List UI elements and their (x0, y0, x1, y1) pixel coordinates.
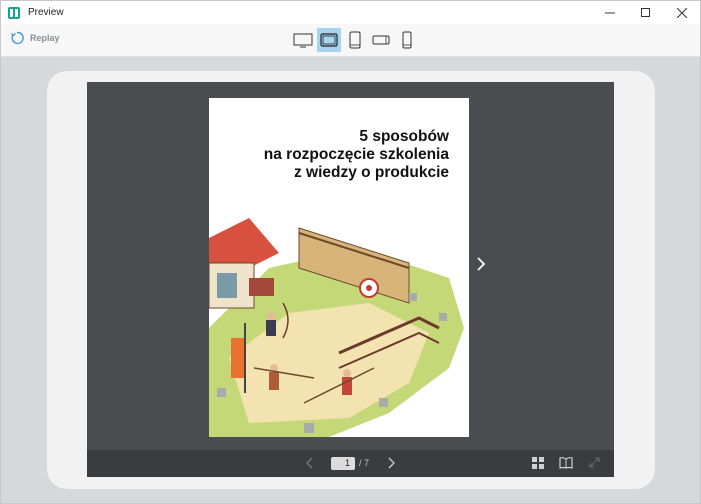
replay-label: Replay (30, 33, 60, 43)
next-page-button[interactable] (386, 457, 396, 469)
device-phone-landscape-button[interactable] (369, 28, 393, 52)
device-tablet-landscape-button[interactable] (317, 28, 341, 52)
thumbnails-grid-icon[interactable] (532, 457, 544, 469)
phone-landscape-icon (372, 35, 390, 45)
toolbar: Replay (1, 24, 700, 57)
close-icon (677, 7, 687, 18)
window-controls (592, 1, 700, 24)
page-total: / 7 (359, 458, 370, 468)
app-icon (8, 6, 20, 19)
viewer-bottom-bar: 1 / 7 (87, 450, 614, 477)
maximize-button[interactable] (628, 1, 664, 24)
phone-portrait-icon (402, 31, 412, 49)
title-line: z wiedzy o produkcie (293, 164, 449, 181)
device-frame: 5 sposobów na rozpoczęcie szkolenia z wi… (47, 71, 655, 489)
device-tablet-portrait-button[interactable] (343, 28, 367, 52)
title-line: na rozpoczęcie szkolenia (263, 146, 449, 163)
page-number-input[interactable]: 1 (331, 457, 355, 470)
preview-stage: 5 sposobów na rozpoczęcie szkolenia z wi… (1, 57, 700, 503)
minimize-button[interactable] (592, 1, 628, 24)
replay-button[interactable]: Replay (10, 31, 60, 45)
close-button[interactable] (664, 1, 700, 24)
maximize-icon (641, 7, 650, 17)
tablet-landscape-icon (320, 33, 338, 47)
window-title: Preview (28, 7, 64, 18)
page-title: 5 sposobów na rozpoczęcie szkolenia z wi… (264, 128, 449, 182)
title-bar: Preview (1, 1, 700, 24)
next-page-arrow-icon[interactable] (474, 255, 488, 273)
document-viewer: 5 sposobów na rozpoczęcie szkolenia z wi… (87, 82, 614, 477)
desktop-icon (293, 33, 313, 48)
device-desktop-button[interactable] (291, 28, 315, 52)
preview-window: Preview Replay 5 sposobów na rozpoczęcie… (0, 0, 701, 504)
document-page: 5 sposobów na rozpoczęcie szkolenia z wi… (209, 98, 469, 437)
replay-icon (11, 31, 24, 45)
archery-illustration (209, 218, 464, 437)
title-line: 5 sposobów (359, 128, 449, 145)
previous-page-button[interactable] (305, 457, 315, 469)
device-switcher (291, 28, 419, 52)
minimize-icon (605, 12, 615, 13)
book-view-icon[interactable] (559, 457, 573, 469)
fullscreen-icon[interactable] (589, 457, 600, 468)
tablet-portrait-icon (349, 31, 361, 49)
device-phone-portrait-button[interactable] (395, 28, 419, 52)
